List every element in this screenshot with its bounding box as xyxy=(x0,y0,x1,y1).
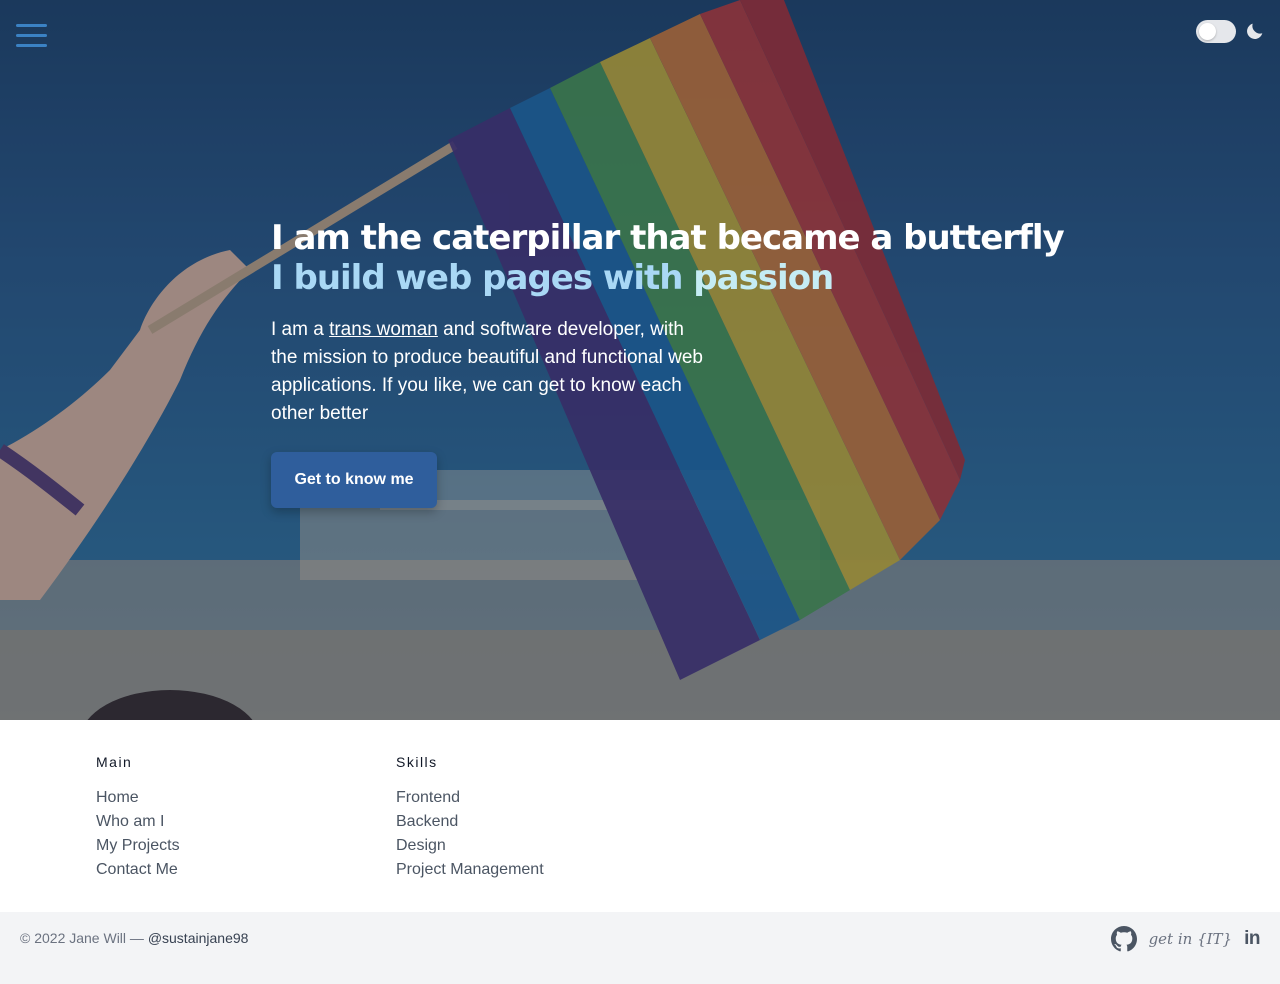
hero-title: I am the caterpillar that became a butte… xyxy=(271,218,1065,258)
copyright: © 2022 Jane Will — @sustainjane98 xyxy=(20,930,248,946)
footer-column-title: Main xyxy=(96,754,133,770)
theme-toggle-switch[interactable] xyxy=(1196,20,1236,43)
moon-icon[interactable] xyxy=(1244,20,1266,42)
hero-section: I am the caterpillar that became a butte… xyxy=(0,0,1280,720)
footer-links: Main Home Who am I My Projects Contact M… xyxy=(0,720,1280,912)
footer-link-project-management[interactable]: Project Management xyxy=(396,858,544,882)
get-in-it-link[interactable]: get in {IT} xyxy=(1149,930,1233,948)
footer-link-home[interactable]: Home xyxy=(96,786,180,810)
social-links: get in {IT} in xyxy=(1110,926,1260,952)
footer-link-backend[interactable]: Backend xyxy=(396,810,544,834)
hero-subtitle-part2: passion xyxy=(693,258,834,298)
toggle-knob xyxy=(1199,23,1216,40)
get-to-know-me-button[interactable]: Get to know me xyxy=(271,452,437,508)
footer-link-who-am-i[interactable]: Who am I xyxy=(96,810,180,834)
footer-column-main: Main Home Who am I My Projects Contact M… xyxy=(96,754,180,882)
footer-link-my-projects[interactable]: My Projects xyxy=(96,834,180,858)
hero-content: I am the caterpillar that became a butte… xyxy=(271,218,1065,508)
github-icon[interactable] xyxy=(1110,926,1137,952)
footer-link-contact-me[interactable]: Contact Me xyxy=(96,858,180,882)
twitter-handle-link[interactable]: @sustainjane98 xyxy=(148,930,249,946)
footer-link-frontend[interactable]: Frontend xyxy=(396,786,544,810)
footer-link-design[interactable]: Design xyxy=(396,834,544,858)
hero-subtitle-part1: I build web pages with xyxy=(271,258,694,298)
hamburger-menu-icon[interactable] xyxy=(16,24,48,48)
bottom-bar: © 2022 Jane Will — @sustainjane98 get in… xyxy=(0,912,1280,984)
intro-before: I am a xyxy=(271,319,330,340)
linkedin-icon[interactable]: in xyxy=(1244,928,1260,950)
footer-column-skills: Skills Frontend Backend Design Project M… xyxy=(396,754,544,882)
trans-woman-link[interactable]: trans woman xyxy=(329,319,438,340)
footer-column-title: Skills xyxy=(396,754,438,770)
hero-subtitle: I build web pages with passion xyxy=(271,258,1031,298)
hero-intro: I am a trans woman and software develope… xyxy=(271,316,711,428)
copyright-text: © 2022 Jane Will — xyxy=(20,930,148,946)
